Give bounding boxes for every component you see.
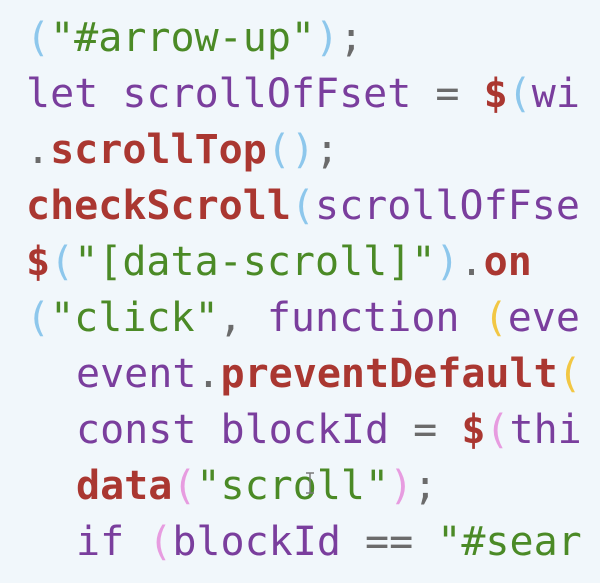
code-token: const blockId xyxy=(76,407,414,453)
code-token: $ xyxy=(483,71,508,117)
code-token: if xyxy=(76,519,149,565)
code-token: function xyxy=(266,295,484,341)
code-token: eve xyxy=(507,295,580,341)
code-line: $("[data-scroll]").on xyxy=(26,234,532,290)
code-token: = xyxy=(435,71,484,117)
code-token: ) xyxy=(435,239,460,285)
code-token: thi xyxy=(509,407,582,453)
code-token: ( xyxy=(557,351,582,397)
code-token: "#arrow-up" xyxy=(50,15,315,61)
code-token: "#sear xyxy=(437,519,582,565)
code-token: ( xyxy=(483,295,508,341)
code-token: ; xyxy=(339,15,364,61)
code-token: preventDefault xyxy=(220,351,558,397)
code-token: $ xyxy=(26,239,51,285)
code-token: . xyxy=(459,239,484,285)
code-token: wi xyxy=(531,71,580,117)
code-token: "[data-scroll]" xyxy=(74,239,436,285)
code-line: .scrollTop(); xyxy=(26,122,339,178)
code-token: ) xyxy=(389,463,414,509)
code-token: on xyxy=(483,239,532,285)
code-token: ( xyxy=(290,183,315,229)
code-token: ( xyxy=(26,15,51,61)
code-token: ( xyxy=(26,295,51,341)
code-token: ( xyxy=(507,71,532,117)
code-token: . xyxy=(196,351,221,397)
code-token: let scrollOfFset xyxy=(26,71,436,117)
code-token: ; xyxy=(413,463,438,509)
text-cursor-icon xyxy=(305,472,315,494)
code-line: data("scroll"); xyxy=(76,458,437,514)
code-token: , xyxy=(218,295,267,341)
code-token: ( xyxy=(50,239,75,285)
code-line: ("#arrow-up"); xyxy=(26,10,363,66)
code-line: const blockId = $(thi xyxy=(76,402,582,458)
code-line: let scrollOfFset = $(wi xyxy=(26,66,580,122)
code-token: = xyxy=(413,407,462,453)
code-editor[interactable]: ("#arrow-up"); let scrollOfFset = $(wi .sc… xyxy=(0,0,600,583)
code-token: checkScroll xyxy=(26,183,291,229)
code-token: ( xyxy=(172,463,197,509)
code-token: $ xyxy=(461,407,486,453)
code-token: () xyxy=(266,127,316,173)
code-line: event.preventDefault( xyxy=(76,346,582,402)
code-token: == xyxy=(365,519,438,565)
code-token: . xyxy=(26,127,51,173)
code-token: data xyxy=(76,463,173,509)
code-token: scrollTop xyxy=(50,127,267,173)
code-token: event xyxy=(76,351,197,397)
code-line: if (blockId == "#sear xyxy=(76,514,582,570)
code-token: ( xyxy=(148,519,173,565)
code-line: checkScroll(scrollOfFse xyxy=(26,178,580,234)
code-token: "scroll" xyxy=(196,463,390,509)
code-token: "click" xyxy=(50,295,219,341)
code-line: ("click", function (eve xyxy=(26,290,580,346)
code-token: scrollOfFse xyxy=(315,183,580,229)
code-token: blockId xyxy=(172,519,365,565)
code-token: ( xyxy=(485,407,510,453)
code-token: ; xyxy=(315,127,340,173)
code-token: ) xyxy=(315,15,340,61)
